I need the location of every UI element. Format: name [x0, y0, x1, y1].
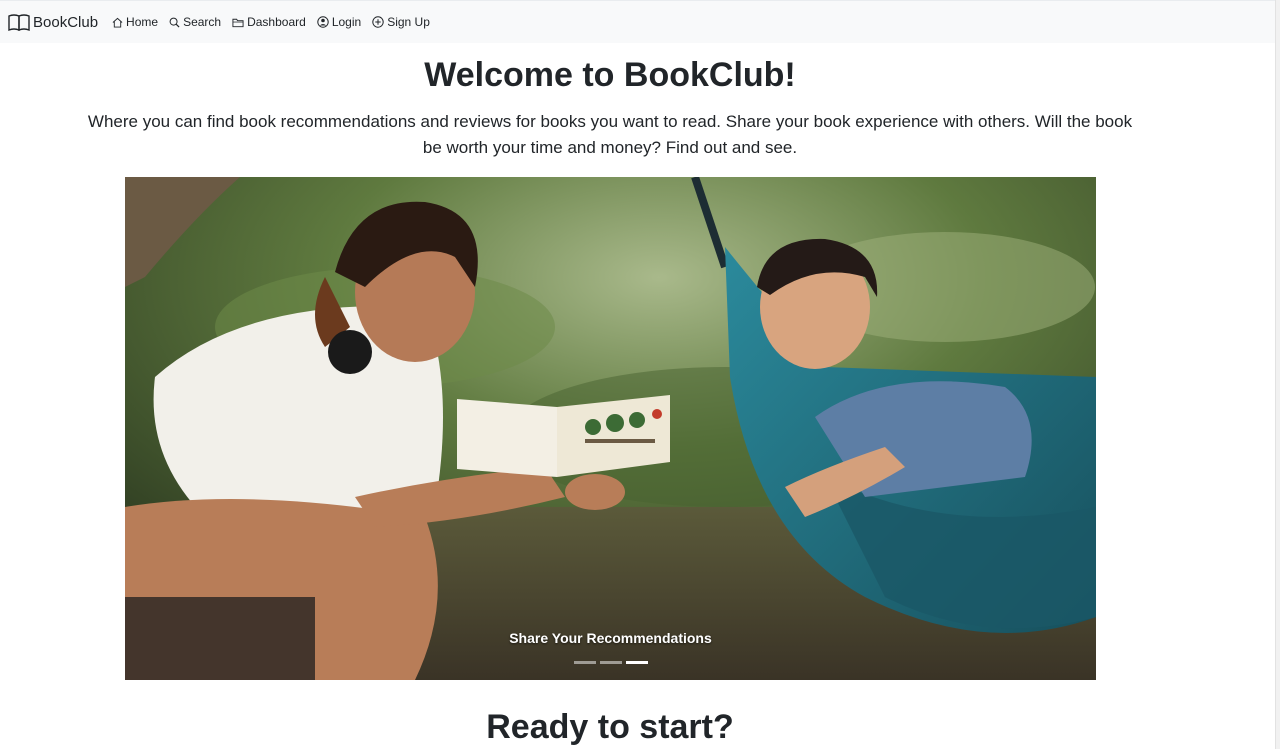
- hero-lead-text: Where you can find book recommendations …: [87, 112, 1133, 157]
- carousel-indicator-1[interactable]: [573, 661, 596, 664]
- nav-search[interactable]: Search: [169, 15, 221, 29]
- carousel-slide-image: [125, 177, 1096, 680]
- brand-link[interactable]: BookClub: [8, 13, 98, 31]
- page-title: Welcome to BookClub!: [424, 56, 796, 94]
- nav-login-label: Login: [331, 15, 362, 29]
- nav-dashboard[interactable]: Dashboard: [232, 15, 306, 29]
- carousel-indicator-3[interactable]: [625, 661, 648, 664]
- navbar: BookClub Home Search Dashboard Login Sig…: [0, 0, 1276, 43]
- plus-circle-icon: [372, 16, 384, 28]
- nav-signup-label: Sign Up: [387, 15, 430, 29]
- user-circle-icon: [317, 16, 329, 28]
- carousel-indicator-2[interactable]: [599, 661, 622, 664]
- brand-label: BookClub: [33, 13, 99, 31]
- search-icon: [169, 17, 180, 28]
- nav-home[interactable]: Home: [112, 15, 158, 29]
- nav-home-label: Home: [126, 15, 159, 29]
- scrollbar[interactable]: [1275, 0, 1280, 749]
- nav-search-label: Search: [183, 15, 222, 29]
- carousel-indicators: [125, 661, 1096, 664]
- nav-dashboard-label: Dashboard: [247, 15, 306, 29]
- carousel-caption: Share Your Recommendations: [509, 630, 712, 646]
- hero-carousel[interactable]: Share Your Recommendations: [125, 177, 1096, 680]
- book-icon: [8, 14, 30, 31]
- home-icon: [112, 17, 123, 28]
- nav-signup[interactable]: Sign Up: [372, 15, 430, 29]
- section-title: Ready to start?: [486, 708, 734, 746]
- nav-login[interactable]: Login: [317, 15, 361, 29]
- folder-icon: [232, 18, 244, 27]
